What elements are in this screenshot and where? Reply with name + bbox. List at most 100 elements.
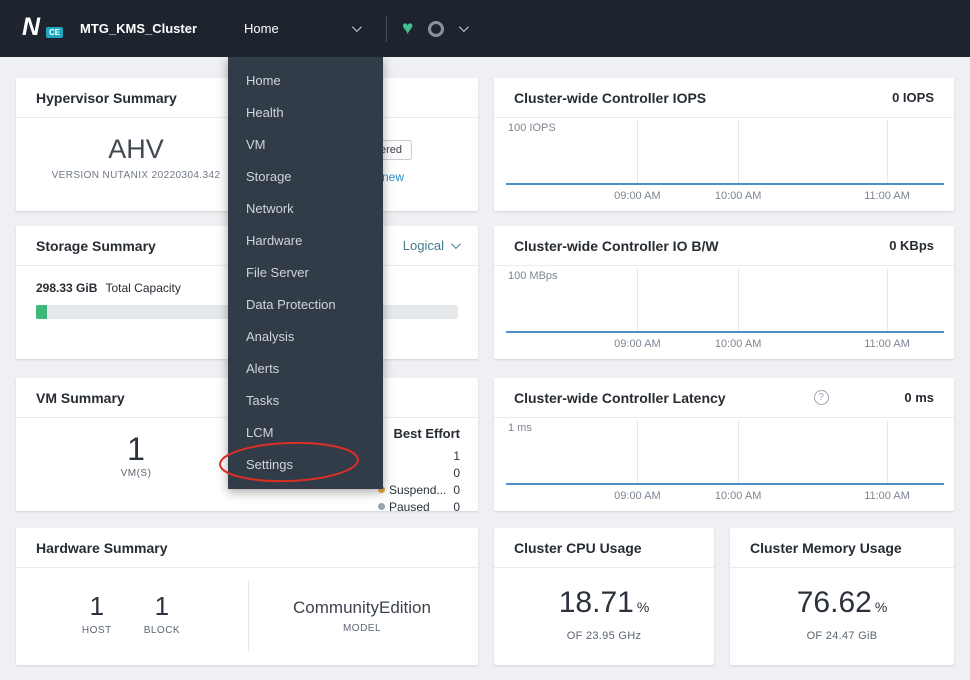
- card-title: Cluster-wide Controller IOPS: [514, 89, 707, 106]
- hardware-model-label: MODEL: [342, 623, 382, 634]
- vm-state-row: Paused 0: [378, 498, 460, 511]
- nav-home-dropdown-trigger[interactable]: Home: [228, 0, 383, 57]
- divider: [386, 15, 387, 42]
- hypervisor-info: AHV VERSION NUTANIX 20220304.342: [16, 134, 256, 181]
- hardware-model: CommunityEdition: [293, 598, 431, 617]
- latency-series-line: [506, 483, 944, 485]
- block-count: 1: [154, 591, 170, 621]
- menu-item-home[interactable]: Home: [228, 65, 383, 97]
- card-title: Hypervisor Summary: [36, 89, 177, 106]
- nav-home-label: Home: [244, 21, 279, 36]
- menu-item-tasks[interactable]: Tasks: [228, 385, 383, 417]
- vm-count: 1: [127, 431, 145, 467]
- memory-usage-block: 76.62% OF 24.47 GiB: [730, 586, 954, 642]
- chevron-down-icon[interactable]: [459, 22, 470, 33]
- gridline: [887, 120, 889, 183]
- menu-item-alerts[interactable]: Alerts: [228, 353, 383, 385]
- vm-state-value: 1: [453, 448, 460, 463]
- latency-current-value: 0 ms: [904, 390, 934, 405]
- host-count: 1: [89, 591, 105, 621]
- card-header: Cluster CPU Usage: [494, 528, 714, 568]
- card-header: Cluster-wide Controller IO B/W 0 KBps: [494, 226, 954, 266]
- vm-state-label: Paused: [389, 499, 430, 512]
- nutanix-logo-icon[interactable]: N CE: [22, 13, 64, 43]
- menu-item-storage[interactable]: Storage: [228, 161, 383, 193]
- storage-usage-bar-fill: [36, 305, 47, 319]
- gridline: [738, 120, 740, 183]
- iops-current-value: 0 IOPS: [892, 90, 934, 105]
- menu-item-hardware[interactable]: Hardware: [228, 225, 383, 257]
- hypervisor-version: VERSION NUTANIX 20220304.342: [51, 170, 221, 181]
- ce-badge: CE: [46, 27, 64, 38]
- cluster-name: MTG_KMS_Cluster: [80, 21, 198, 36]
- cpu-usage-unit: %: [636, 599, 650, 615]
- memory-capacity: OF 24.47 GiB: [806, 630, 878, 642]
- time-tick: 11:00 AM: [864, 190, 910, 202]
- latency-plot-area: [506, 420, 944, 483]
- block-label: BLOCK: [143, 625, 181, 636]
- card-title: Storage Summary: [36, 237, 156, 254]
- prism-dashboard: Hypervisor Summary AHV VERSION NUTANIX 2…: [0, 0, 970, 680]
- menu-item-settings[interactable]: Settings: [228, 449, 383, 481]
- user-ring-icon[interactable]: [428, 20, 445, 37]
- host-stat: 1 HOST: [82, 592, 112, 636]
- vm-state-value: 0: [453, 499, 460, 512]
- storage-view-selector[interactable]: Logical: [402, 238, 461, 253]
- iobw-plot-area: [506, 268, 944, 331]
- menu-item-vm[interactable]: VM: [228, 129, 383, 161]
- vm-state-label: Suspend...: [389, 482, 447, 497]
- total-capacity-line: 298.33 GiB Total Capacity: [36, 281, 181, 295]
- health-heart-icon[interactable]: ♥: [402, 19, 413, 38]
- gridline: [637, 420, 639, 483]
- divider: [248, 580, 249, 651]
- time-tick: 10:00 AM: [714, 190, 762, 202]
- vm-state-row: 0: [378, 464, 460, 481]
- chevron-down-icon: [351, 22, 362, 33]
- menu-item-lcm[interactable]: LCM: [228, 417, 383, 449]
- vm-state-value: 0: [453, 482, 460, 497]
- card-title: VM Summary: [36, 389, 125, 406]
- hardware-counts: 1 HOST 1 BLOCK: [16, 592, 246, 636]
- topbar-right-icons: ♥: [386, 0, 470, 57]
- menu-item-data-protection[interactable]: Data Protection: [228, 289, 383, 321]
- gridline: [738, 420, 740, 483]
- memory-usage-unit: %: [874, 599, 888, 615]
- vm-table-header: Best Effort: [393, 426, 460, 441]
- controller-latency-card: Cluster-wide Controller Latency ? 0 ms 1…: [494, 378, 954, 511]
- gridline: [887, 420, 889, 483]
- menu-item-file-server[interactable]: File Server: [228, 257, 383, 289]
- vm-state-row: Suspend... 0: [378, 481, 460, 498]
- gridline: [637, 120, 639, 183]
- block-stat: 1 BLOCK: [144, 592, 180, 636]
- controller-iobw-card: Cluster-wide Controller IO B/W 0 KBps 10…: [494, 226, 954, 359]
- logo-letter: N: [22, 13, 40, 41]
- vm-state-value: 0: [453, 465, 460, 480]
- time-tick: 09:00 AM: [614, 490, 661, 502]
- time-tick: 09:00 AM: [614, 190, 661, 202]
- time-tick: 09:00 AM: [614, 338, 661, 350]
- iobw-chart: 100 MBps 09:00 AM 10:00 AM 11:00 AM: [506, 266, 944, 359]
- card-header: Cluster Memory Usage: [730, 528, 954, 568]
- card-title: Cluster CPU Usage: [514, 539, 642, 556]
- gridline: [887, 268, 889, 331]
- card-header: Hardware Summary: [16, 528, 478, 568]
- memory-usage-value: 76.62: [796, 586, 872, 619]
- card-title: Cluster-wide Controller IO B/W: [514, 237, 719, 254]
- top-navigation-bar: N CE MTG_KMS_Cluster Home ♥: [0, 0, 970, 57]
- nav-dropdown-menu: Home Health VM Storage Network Hardware …: [228, 57, 383, 489]
- time-tick: 10:00 AM: [714, 490, 762, 502]
- menu-item-network[interactable]: Network: [228, 193, 383, 225]
- menu-item-health[interactable]: Health: [228, 97, 383, 129]
- cpu-usage-block: 18.71% OF 23.95 GHz: [494, 586, 714, 642]
- iops-chart: 100 IOPS 09:00 AM 10:00 AM 11:00 AM: [506, 118, 944, 211]
- cpu-usage-card: Cluster CPU Usage 18.71% OF 23.95 GHz: [494, 528, 714, 665]
- storage-view-selector-label: Logical: [402, 238, 444, 253]
- state-dot-icon: [378, 503, 385, 510]
- help-icon[interactable]: ?: [813, 390, 829, 405]
- vm-count-block: 1 VM(S): [16, 432, 256, 479]
- gridline: [738, 268, 740, 331]
- menu-item-analysis[interactable]: Analysis: [228, 321, 383, 353]
- vm-state-row: 1: [378, 447, 460, 464]
- iobw-current-value: 0 KBps: [889, 238, 934, 253]
- total-capacity-label: Total Capacity: [105, 281, 181, 295]
